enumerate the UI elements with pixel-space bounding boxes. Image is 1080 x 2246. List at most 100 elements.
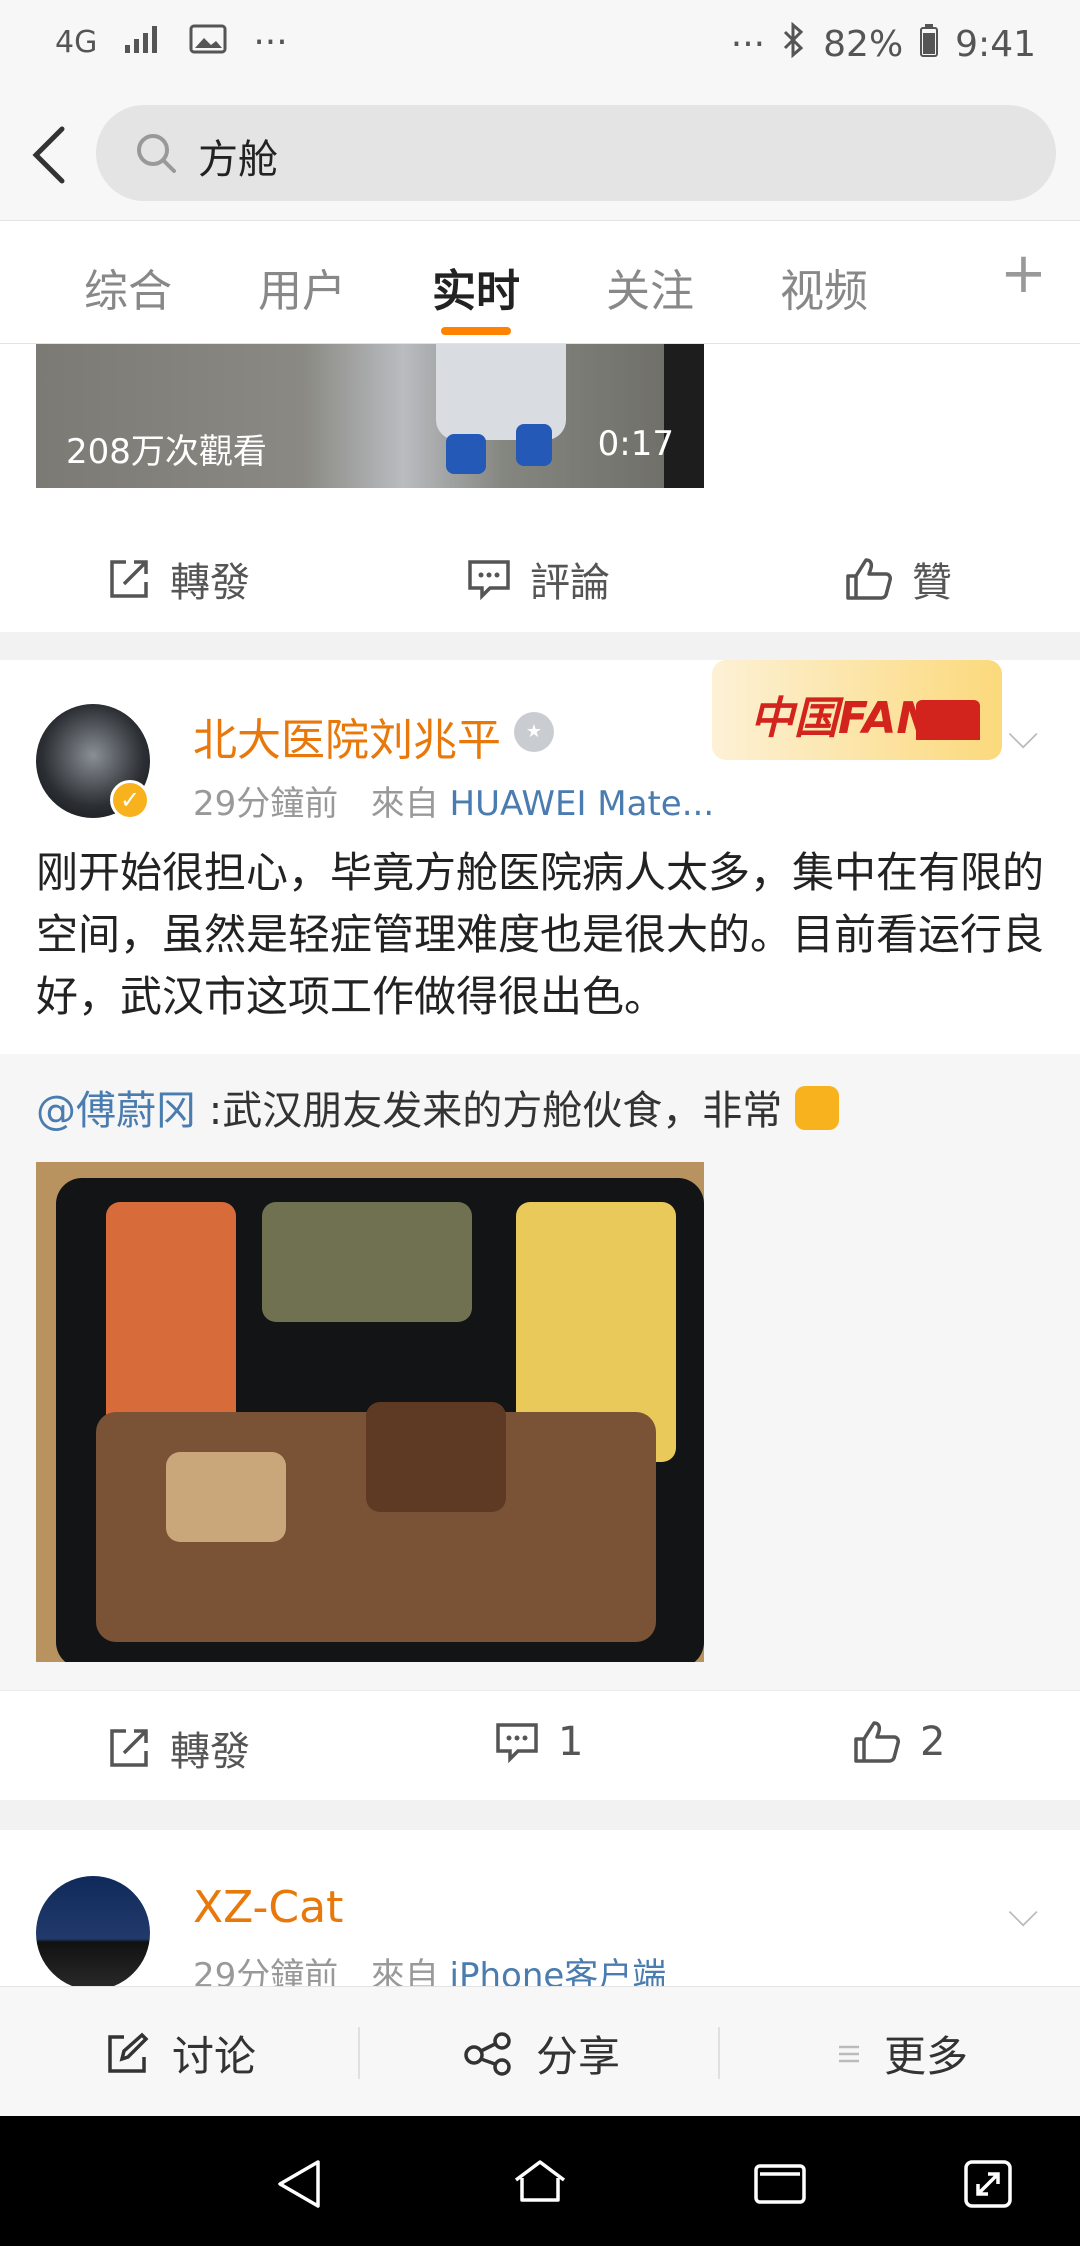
battery-percent: 82% (823, 23, 904, 65)
meat-detail (366, 1402, 506, 1512)
fans-badge[interactable]: 中国FANS (712, 660, 1002, 760)
like-button[interactable]: 贊 (844, 550, 952, 608)
signal-icon (123, 23, 163, 63)
post-source[interactable]: iPhone客户端 (450, 1956, 667, 1990)
clock: 9:41 (955, 23, 1036, 65)
like-count: 2 (920, 1719, 946, 1765)
more-button[interactable]: 更多 (836, 2023, 968, 2084)
menu-icon (839, 2045, 859, 2062)
repost-user-mention[interactable]: @傅蔚冈 (36, 1088, 196, 1134)
repost-label: 轉發 (170, 1729, 250, 1775)
comment-icon (468, 560, 510, 601)
repost-button[interactable]: 轉發 (106, 550, 250, 608)
tab-overview[interactable]: 综合 (84, 255, 172, 319)
tab-bar: 综合 用户 实时 关注 视频 + (0, 220, 1080, 344)
chevron-left-icon (32, 126, 65, 184)
post-card: ✓ 北大医院刘兆平 ★ 中国FANS ⌵ 29分鐘前 來自 HUAWEI Mat… (0, 660, 1080, 1800)
nav-expand-button[interactable] (960, 2156, 1016, 2216)
system-navigation-bar (0, 2116, 1080, 2246)
tab-following[interactable]: 关注 (606, 255, 694, 319)
video-view-count: 208万次觀看 (66, 432, 267, 472)
repost-content: @傅蔚冈 :武汉朋友发来的方舱伙食，非常 (36, 1078, 839, 1136)
share-label: 分享 (536, 2032, 621, 2081)
video-duration: 0:17 (597, 424, 674, 464)
comment-button[interactable]: 1 (494, 1719, 583, 1765)
vegetable-portion (262, 1202, 472, 1322)
post-from-label: 來自 (370, 784, 439, 824)
video-thumbnail[interactable]: 208万次觀看 0:17 (36, 344, 704, 488)
author-name[interactable]: 北大医院刘兆平 (193, 704, 501, 768)
status-bar: 4G ··· ··· 82% 9:41 (0, 0, 1080, 95)
repost-text: :武汉朋友发来的方舱伙食，非常 (196, 1088, 783, 1134)
video-post-actions: 轉發 評論 贊 (0, 522, 1080, 632)
post-from-label: 來自 (370, 1956, 439, 1990)
comment-label: 評論 (530, 560, 610, 606)
author-name[interactable]: XZ-Cat (193, 1882, 343, 1933)
back-button[interactable] (22, 115, 92, 195)
post-source[interactable]: HUAWEI Mate... (450, 784, 715, 824)
discuss-label: 讨论 (172, 2032, 257, 2081)
share-button[interactable]: 分享 (462, 2023, 620, 2084)
more-notifications-icon: ··· (253, 22, 288, 63)
video-post-card: 208万次觀看 0:17 轉發 評論 贊 (0, 344, 1080, 632)
more-status-icon: ··· (730, 23, 766, 65)
search-header: 方舱 (0, 95, 1080, 220)
battery-icon (919, 23, 939, 65)
bean-detail (166, 1452, 286, 1542)
post-time: 29分鐘前 (193, 784, 339, 824)
comment-count: 1 (558, 1719, 584, 1765)
tab-video[interactable]: 视频 (780, 255, 868, 319)
thumbs-up-emoji-icon (794, 1086, 839, 1130)
post-meta: 29分鐘前 來自 iPhone客户端 (193, 1948, 666, 1990)
food-photo[interactable] (36, 1162, 704, 1662)
next-post-card: XZ-Cat ⌵ 29分鐘前 來自 iPhone客户端 (0, 1830, 1080, 1990)
nav-recents-button[interactable] (750, 2156, 810, 2216)
expand-icon (964, 2160, 1012, 2208)
add-tab-button[interactable]: + (1000, 241, 1047, 306)
post-time: 29分鐘前 (193, 1956, 339, 1990)
like-button[interactable]: 2 (852, 1719, 945, 1765)
bottom-action-bar: 讨论 分享 更多 (0, 1986, 1080, 2116)
triangle-back-icon (278, 2160, 320, 2208)
more-label: 更多 (884, 2032, 969, 2081)
video-edge (664, 344, 704, 488)
video-figure-detail (446, 434, 486, 474)
chevron-down-icon[interactable]: ⌵ (1008, 1890, 1038, 1936)
search-input[interactable]: 方舱 (96, 105, 1056, 201)
recents-icon (754, 2164, 806, 2204)
shrimp-portion (106, 1202, 236, 1432)
repost-button[interactable]: 轉發 (106, 1719, 250, 1777)
comment-icon (496, 1723, 538, 1764)
home-icon (514, 2160, 566, 2202)
tab-realtime[interactable]: 实时 (432, 255, 520, 319)
post-actions: 轉發 1 2 (0, 1690, 1080, 1800)
divider (718, 2027, 720, 2079)
repost-box[interactable]: @傅蔚冈 :武汉朋友发来的方舱伙食，非常 (0, 1054, 1080, 1690)
divider (358, 2027, 360, 2079)
post-meta: 29分鐘前 來自 HUAWEI Mate... (193, 776, 714, 825)
tab-users[interactable]: 用户 (258, 255, 346, 319)
repost-icon (110, 560, 148, 598)
network-indicator: 4G (55, 25, 98, 60)
repost-icon (110, 1729, 148, 1767)
comment-button[interactable]: 評論 (466, 550, 610, 608)
active-tab-indicator (441, 327, 511, 335)
image-icon (189, 23, 227, 63)
share-icon (464, 2031, 511, 2076)
medal-icon[interactable]: ★ (514, 712, 554, 752)
discuss-button[interactable]: 讨论 (104, 2023, 256, 2084)
repost-label: 轉發 (170, 560, 250, 606)
bluetooth-icon (781, 21, 807, 66)
search-query: 方舱 (198, 137, 278, 183)
edit-icon (108, 2032, 149, 2073)
post-text: 刚开始很担心，毕竟方舱医院病人太多，集中在有限的空间，虽然是轻症管理难度也是很大… (36, 848, 1045, 1021)
thumbs-up-icon (846, 558, 892, 600)
video-figure-detail (516, 424, 552, 466)
thumbs-up-icon (854, 1721, 900, 1763)
author-avatar[interactable] (36, 1876, 150, 1990)
nav-back-button[interactable] (272, 2156, 328, 2216)
chevron-down-icon[interactable]: ⌵ (1008, 712, 1038, 758)
nav-home-button[interactable] (510, 2156, 570, 2216)
verified-badge-icon: ✓ (110, 780, 150, 820)
search-icon (137, 134, 176, 173)
